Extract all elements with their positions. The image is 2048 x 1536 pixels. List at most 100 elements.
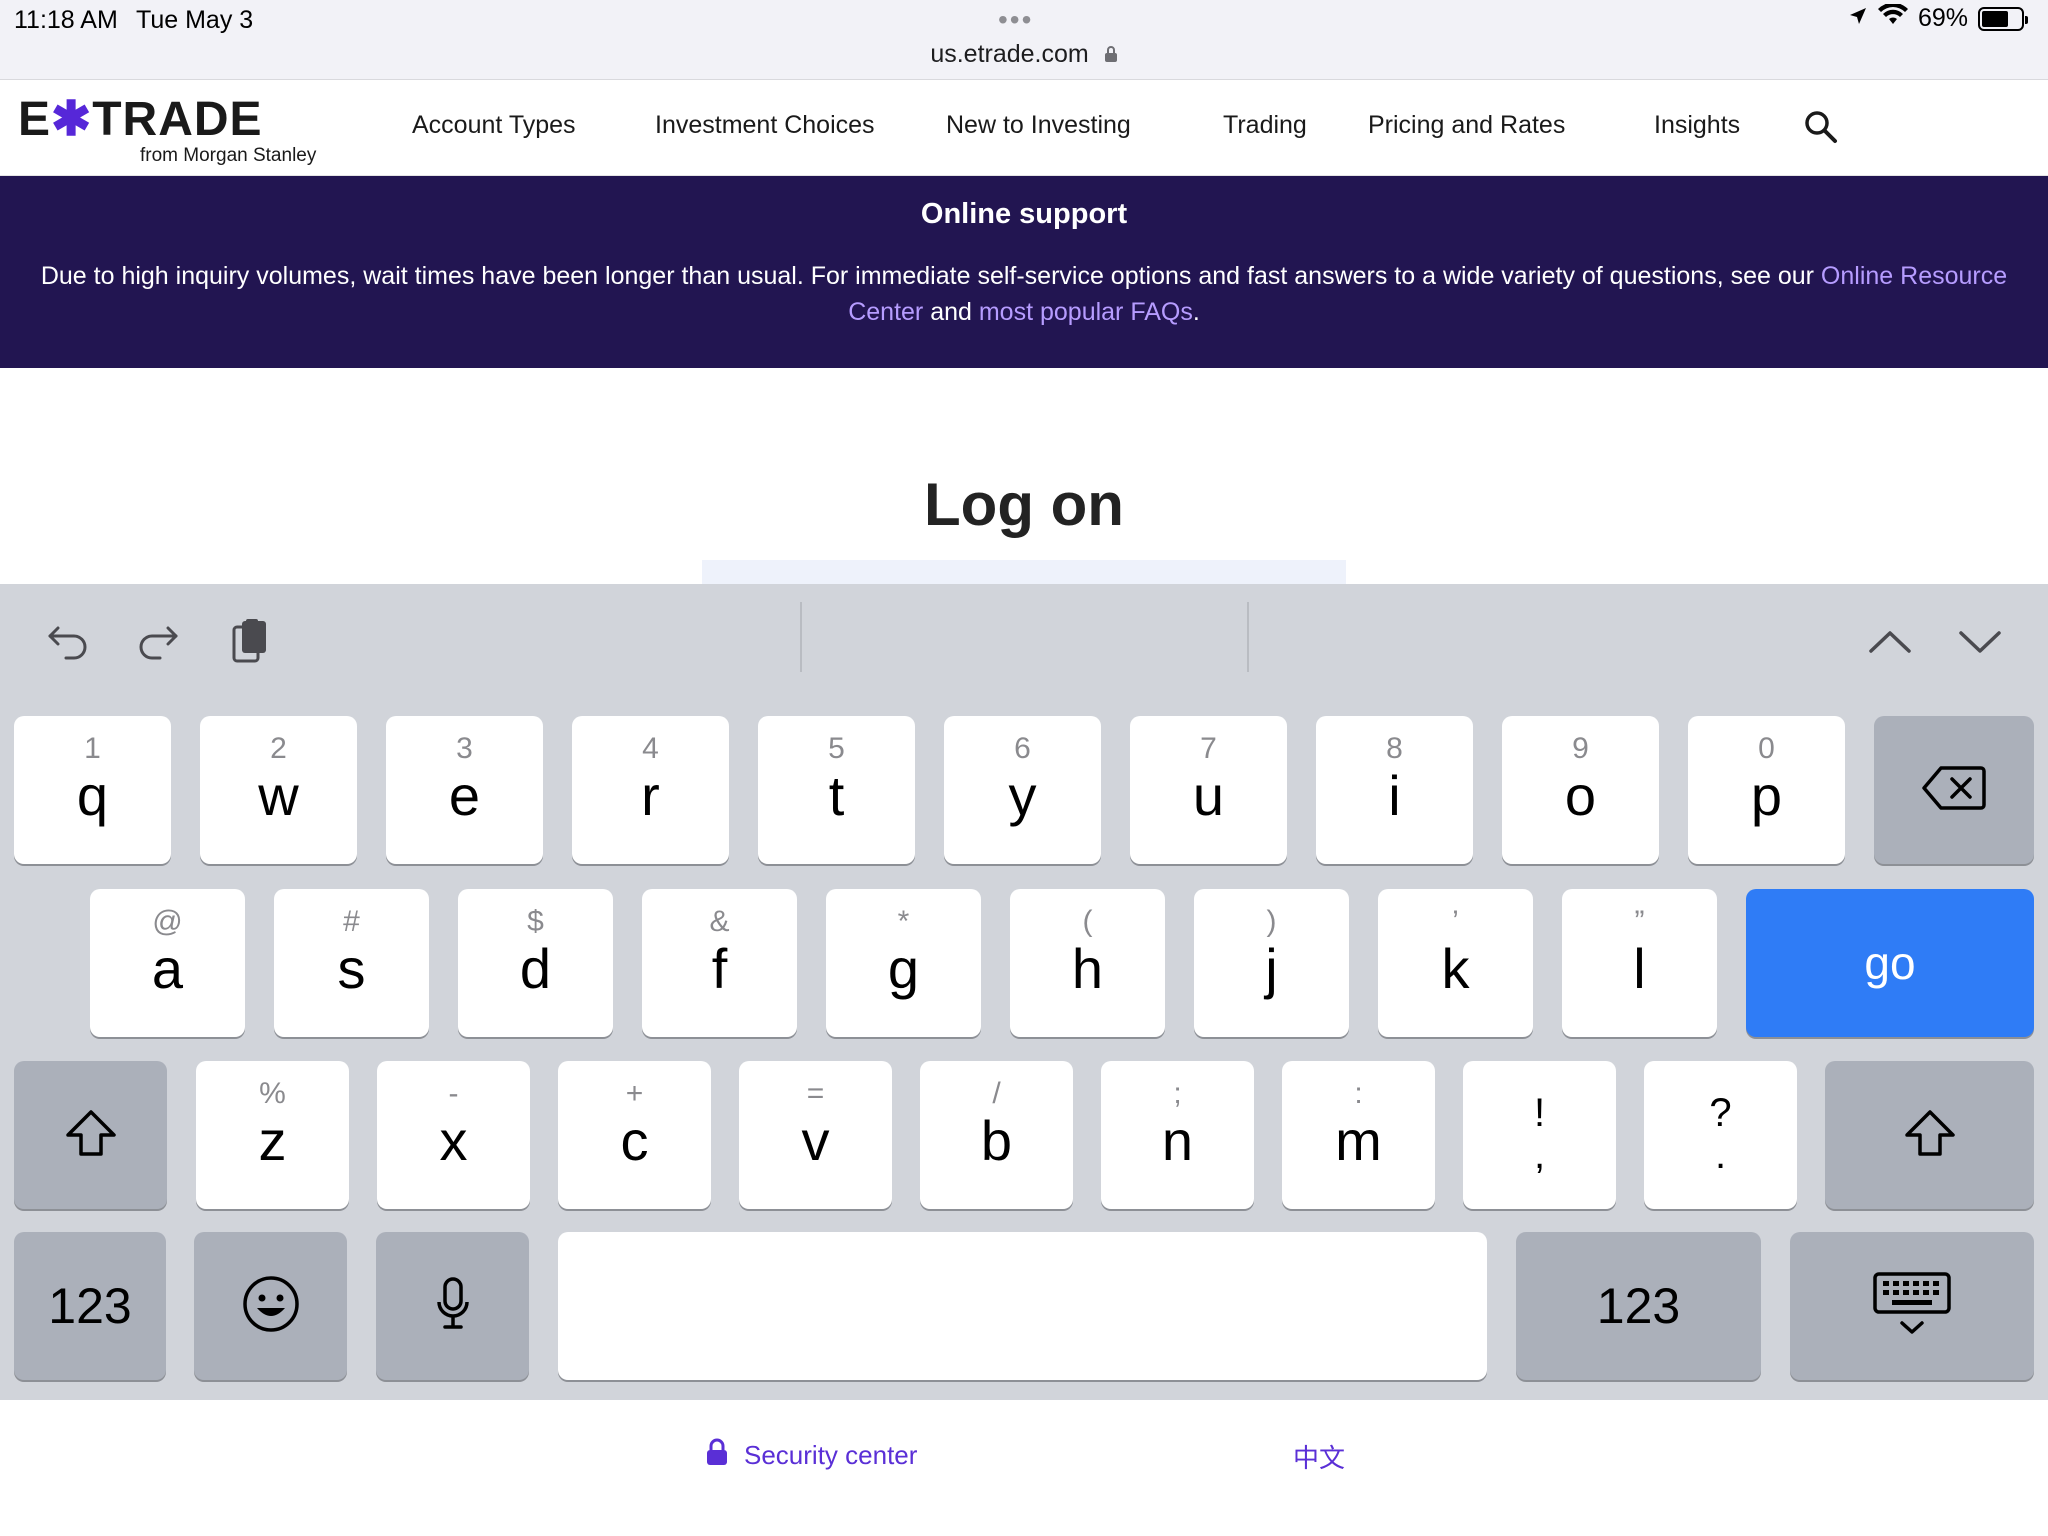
key-label: f bbox=[711, 937, 728, 1000]
key-exclamation-comma[interactable]: !, bbox=[1463, 1061, 1616, 1209]
key-alt-label: 5 bbox=[828, 732, 845, 765]
key-h[interactable]: (h bbox=[1010, 889, 1165, 1037]
nav-pricing-and-rates[interactable]: Pricing and Rates bbox=[1368, 111, 1565, 140]
battery-icon bbox=[1978, 6, 2028, 31]
key-i[interactable]: 8i bbox=[1316, 716, 1473, 864]
key-u[interactable]: 7u bbox=[1130, 716, 1287, 864]
key-t[interactable]: 5t bbox=[758, 716, 915, 864]
key-label: r bbox=[641, 764, 660, 827]
key-alt-label: * bbox=[897, 905, 910, 938]
key-label: a bbox=[151, 937, 184, 1000]
nav-account-types[interactable]: Account Types bbox=[412, 111, 576, 140]
numbers-key-left[interactable]: 123 bbox=[14, 1232, 166, 1380]
dictation-key[interactable] bbox=[376, 1232, 529, 1380]
status-date: Tue May 3 bbox=[136, 6, 254, 34]
backspace-key[interactable] bbox=[1874, 716, 2034, 864]
space-bar[interactable] bbox=[558, 1232, 1487, 1380]
onscreen-keyboard: 1q 2w 3e 4r 5t 6y 7u 8i 9o 0p @ a # s $ d &… bbox=[0, 584, 2048, 1400]
key-label: n bbox=[1161, 1109, 1194, 1172]
nav-new-to-investing[interactable]: New to Investing bbox=[946, 111, 1131, 140]
key-alt-label: 0 bbox=[1758, 732, 1775, 765]
key-alt-label: 9 bbox=[1572, 732, 1589, 765]
toolbar-divider bbox=[800, 602, 802, 672]
key-g[interactable]: * g bbox=[826, 889, 981, 1037]
go-button[interactable]: go bbox=[1746, 889, 2034, 1037]
shift-key-left[interactable] bbox=[14, 1061, 167, 1209]
key-question-period[interactable]: ?. bbox=[1644, 1061, 1797, 1209]
dismiss-keyboard-key[interactable] bbox=[1790, 1232, 2034, 1380]
key-label: , bbox=[1533, 1133, 1546, 1177]
key-label: b bbox=[980, 1109, 1013, 1172]
wifi-icon bbox=[1877, 2, 1908, 33]
key-k[interactable]: ’ k bbox=[1378, 889, 1533, 1037]
key-alt-label: ’ bbox=[1452, 905, 1459, 938]
banner-text-middle: and bbox=[923, 298, 979, 326]
etrade-logo[interactable]: E✱TRADE from Morgan Stanley bbox=[18, 91, 328, 171]
key-alt-label: ) bbox=[1266, 905, 1277, 938]
key-alt-label: : bbox=[1354, 1077, 1363, 1110]
key-alt-label: - bbox=[448, 1077, 459, 1110]
previous-field-icon[interactable] bbox=[1862, 614, 1918, 670]
numbers-label: 123 bbox=[1596, 1278, 1681, 1334]
status-time: 11:18 AM bbox=[14, 6, 118, 34]
page-title: Log on bbox=[924, 471, 1124, 538]
key-e[interactable]: 3e bbox=[386, 716, 543, 864]
key-m[interactable]: :m bbox=[1282, 1061, 1435, 1209]
next-field-icon[interactable] bbox=[1952, 614, 2008, 670]
shift-icon bbox=[1903, 1108, 1957, 1163]
key-d[interactable]: $ d bbox=[458, 889, 613, 1037]
page-footer: Security center 中文 bbox=[0, 1400, 2048, 1536]
key-a[interactable]: @ a bbox=[90, 889, 245, 1037]
key-p[interactable]: 0p bbox=[1688, 716, 1845, 864]
key-alt-label: / bbox=[992, 1077, 1001, 1110]
nav-insights[interactable]: Insights bbox=[1654, 111, 1740, 140]
key-f[interactable]: & f bbox=[642, 889, 797, 1037]
key-s[interactable]: # s bbox=[274, 889, 429, 1037]
key-y[interactable]: 6y bbox=[944, 716, 1101, 864]
security-center-link[interactable]: Security center bbox=[706, 1438, 917, 1473]
battery-percent: 69% bbox=[1917, 4, 1968, 32]
key-label: j bbox=[1265, 937, 1278, 1000]
nav-investment-choices[interactable]: Investment Choices bbox=[655, 111, 875, 140]
key-q[interactable]: 1q bbox=[14, 716, 171, 864]
toolbar-divider bbox=[1247, 602, 1249, 672]
key-b[interactable]: / b bbox=[920, 1061, 1073, 1209]
key-n[interactable]: ; n bbox=[1101, 1061, 1254, 1209]
key-r[interactable]: 4r bbox=[572, 716, 729, 864]
logo-tagline: from Morgan Stanley bbox=[140, 145, 317, 166]
key-label: w bbox=[258, 764, 299, 827]
search-icon[interactable] bbox=[1804, 110, 1838, 149]
redo-icon[interactable] bbox=[130, 614, 186, 670]
key-o[interactable]: 9o bbox=[1502, 716, 1659, 864]
popular-faqs-link[interactable]: most popular FAQs bbox=[979, 298, 1193, 326]
shift-key-right[interactable] bbox=[1825, 1061, 2034, 1209]
key-alt-label: $ bbox=[527, 905, 544, 938]
numbers-key-right[interactable]: 123 bbox=[1516, 1232, 1761, 1380]
key-alt-label: ? bbox=[1709, 1091, 1732, 1135]
lock-icon bbox=[1104, 41, 1118, 70]
keyboard-toolbar bbox=[0, 584, 2048, 694]
key-j[interactable]: ) j bbox=[1194, 889, 1349, 1037]
key-z[interactable]: % z bbox=[196, 1061, 349, 1209]
nav-trading[interactable]: Trading bbox=[1223, 111, 1307, 140]
undo-icon[interactable] bbox=[40, 614, 96, 670]
language-chinese-link[interactable]: 中文 bbox=[1293, 1438, 1345, 1475]
paste-icon[interactable] bbox=[222, 614, 278, 670]
banner-text-before: Due to high inquiry volumes, wait times … bbox=[40, 262, 1821, 290]
address-bar[interactable]: us.etrade.com bbox=[0, 40, 2048, 70]
key-alt-label: ! bbox=[1533, 1091, 1546, 1135]
multitasking-dots[interactable]: ••• bbox=[998, 4, 1033, 36]
emoji-key[interactable] bbox=[194, 1232, 347, 1380]
key-v[interactable]: = v bbox=[739, 1061, 892, 1209]
key-w[interactable]: 2w bbox=[200, 716, 357, 864]
key-c[interactable]: + c bbox=[558, 1061, 711, 1209]
key-l[interactable]: ” l bbox=[1562, 889, 1717, 1037]
key-alt-label: & bbox=[709, 905, 730, 938]
go-label: go bbox=[1864, 937, 1916, 989]
numbers-label: 123 bbox=[48, 1278, 132, 1334]
key-alt-label: 3 bbox=[456, 732, 473, 765]
login-field[interactable] bbox=[702, 560, 1346, 584]
key-alt-label: + bbox=[625, 1077, 644, 1110]
key-x[interactable]: -x bbox=[377, 1061, 530, 1209]
key-label: x bbox=[439, 1109, 468, 1172]
